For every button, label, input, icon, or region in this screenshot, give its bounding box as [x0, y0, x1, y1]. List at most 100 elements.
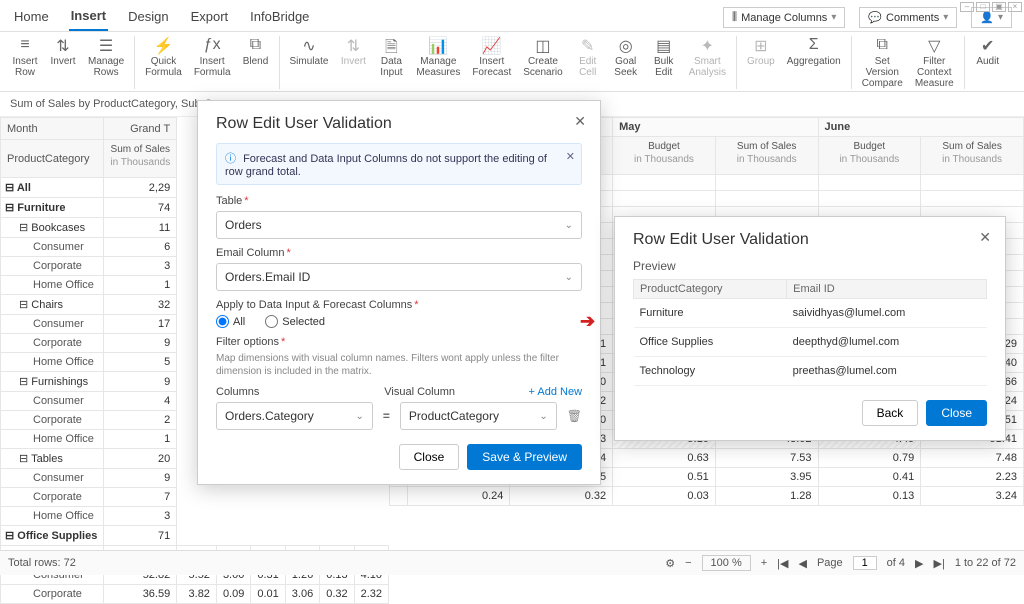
- data-input-icon: 🗎: [385, 36, 398, 54]
- preview-row: Furnituresaividhyas@lumel.com: [634, 299, 987, 328]
- zoom-out-button[interactable]: −: [685, 557, 691, 569]
- group-button[interactable]: ⊞Group: [741, 34, 781, 91]
- bulk-edit-icon: ▤: [656, 36, 671, 54]
- chevron-down-icon: ▾: [943, 12, 948, 23]
- email-column-select[interactable]: Orders.Email ID⌄: [216, 263, 582, 291]
- audit-button[interactable]: ✔Audit: [969, 34, 1007, 91]
- bolt-icon: ⚡: [154, 36, 174, 54]
- save-preview-button[interactable]: Save & Preview: [467, 444, 582, 470]
- month-may: May: [613, 118, 818, 137]
- aggregation-icon: Σ: [809, 36, 819, 54]
- blend-icon: ⧉: [250, 36, 261, 54]
- table-label: Table: [216, 195, 582, 207]
- chevron-down-icon: ▾: [831, 12, 836, 23]
- tab-infobridge[interactable]: InfoBridge: [248, 5, 311, 30]
- gear-icon[interactable]: ⚙: [665, 557, 675, 570]
- manage-columns-button[interactable]: ⫼Manage Columns▾: [723, 7, 845, 28]
- equals-icon: =: [383, 409, 390, 423]
- zoom-level[interactable]: 100 %: [702, 555, 751, 571]
- measures-icon: 📊: [428, 36, 448, 54]
- data-input-button[interactable]: 🗎Data Input: [372, 34, 410, 91]
- page-last-button[interactable]: ▶|: [934, 557, 945, 570]
- banner-close-icon[interactable]: ✕: [566, 150, 575, 163]
- grand-total-header: Grand T: [104, 118, 177, 140]
- add-new-link[interactable]: + Add New: [529, 386, 583, 398]
- table-select[interactable]: Orders⌄: [216, 211, 582, 239]
- chevron-down-icon: ⌄: [565, 220, 573, 231]
- invert2-button[interactable]: ⇅Invert: [334, 34, 372, 91]
- set-version-compare-button[interactable]: ⧉Set Version Compare: [856, 34, 909, 91]
- page-input[interactable]: [853, 556, 877, 570]
- main-tabs: Home Insert Design Export InfoBridge ⫼Ma…: [0, 0, 1024, 32]
- forecast-icon: 📈: [482, 36, 502, 54]
- quick-formula-button[interactable]: ⚡Quick Formula: [139, 34, 188, 91]
- tab-insert[interactable]: Insert: [69, 4, 108, 31]
- visual-column-label: Visual Column: [384, 386, 520, 398]
- insert-row-icon: ≡: [20, 36, 29, 54]
- chevron-down-icon: ⌄: [355, 411, 363, 422]
- win-min-icon[interactable]: –: [960, 2, 974, 12]
- table-row[interactable]: Home Office3: [1, 507, 389, 526]
- win-restore-icon[interactable]: ▣: [992, 2, 1006, 12]
- tab-design[interactable]: Design: [126, 5, 170, 30]
- visual-column-select[interactable]: ProductCategory⌄: [400, 402, 557, 430]
- table-row[interactable]: ⊟ Office Supplies71: [1, 526, 389, 546]
- invert-button[interactable]: ⇅Invert: [44, 34, 82, 91]
- month-header: Month: [1, 118, 104, 140]
- rows-icon: ☰: [99, 36, 113, 54]
- table-row[interactable]: Corporate36.593.820.090.013.060.322.32: [1, 585, 389, 604]
- table-row[interactable]: Corporate7: [1, 488, 389, 507]
- blend-button[interactable]: ⧉Blend: [237, 34, 275, 91]
- create-scenario-button[interactable]: ◫Create Scenario: [517, 34, 568, 91]
- preview-row: Office Suppliesdeepthyd@lumel.com: [634, 328, 987, 357]
- comments-button[interactable]: 💬Comments▾: [859, 7, 957, 28]
- columns-select[interactable]: Orders.Category⌄: [216, 402, 373, 430]
- smart-analysis-button[interactable]: ✦Smart Analysis: [683, 34, 732, 91]
- row-range-label: 1 to 22 of 72: [955, 557, 1016, 569]
- back-button[interactable]: Back: [862, 400, 919, 426]
- win-close-icon[interactable]: ×: [1008, 2, 1022, 12]
- month-june: June: [818, 118, 1023, 137]
- columns-icon: ⫼: [732, 11, 737, 24]
- analysis-icon: ✦: [701, 36, 714, 54]
- target-icon: ◎: [619, 36, 633, 54]
- preview-row: Technologypreethas@lumel.com: [634, 357, 987, 386]
- tab-export[interactable]: Export: [189, 5, 231, 30]
- tab-home[interactable]: Home: [12, 5, 51, 30]
- close-button[interactable]: Close: [399, 444, 460, 470]
- email-column-label: Email Column: [216, 247, 582, 259]
- close-button-primary[interactable]: Close: [926, 400, 987, 426]
- simulate-button[interactable]: ∿Simulate: [284, 34, 335, 91]
- info-icon: ⓘ: [225, 153, 236, 165]
- insert-row-button[interactable]: ≡Insert Row: [6, 34, 44, 91]
- page-prev-button[interactable]: ◀: [799, 557, 807, 570]
- page-next-button[interactable]: ▶: [915, 557, 923, 570]
- preview-title: Row Edit User Validation: [633, 231, 987, 249]
- bulk-edit-button[interactable]: ▤Bulk Edit: [645, 34, 683, 91]
- radio-selected[interactable]: Selected: [265, 315, 325, 328]
- comment-icon: 💬: [868, 11, 882, 24]
- win-max-icon[interactable]: □: [976, 2, 990, 12]
- goal-seek-button[interactable]: ◎Goal Seek: [607, 34, 645, 91]
- insert-forecast-button[interactable]: 📈Insert Forecast: [466, 34, 517, 91]
- manage-rows-button[interactable]: ☰Manage Rows: [82, 34, 130, 91]
- delete-icon[interactable]: 🗑: [567, 409, 582, 423]
- manage-measures-button[interactable]: 📊Manage Measures: [410, 34, 466, 91]
- page-first-button[interactable]: |◀: [777, 557, 788, 570]
- row-edit-user-validation-dialog: Row Edit User Validation ✕ ⓘ Forecast an…: [197, 100, 601, 485]
- preview-dialog: Row Edit User Validation ✕ Preview Produ…: [614, 216, 1006, 441]
- radio-all[interactable]: All: [216, 315, 245, 328]
- aggregation-button[interactable]: ΣAggregation: [781, 34, 847, 91]
- user-icon: 👤: [980, 11, 994, 24]
- preview-table: ProductCategoryEmail ID Furnituresaividh…: [633, 279, 987, 386]
- insert-formula-button[interactable]: ƒxInsert Formula: [188, 34, 237, 91]
- pointer-arrow-icon: ➔: [580, 311, 595, 332]
- fx-icon: ƒx: [204, 36, 221, 54]
- close-icon[interactable]: ✕: [979, 229, 991, 246]
- filter-context-button[interactable]: ▽Filter Context Measure: [909, 34, 960, 91]
- simulate-icon: ∿: [302, 36, 315, 54]
- zoom-in-button[interactable]: +: [761, 557, 767, 569]
- close-icon[interactable]: ✕: [574, 113, 586, 130]
- edit-cell-button[interactable]: ✎Edit Cell: [569, 34, 607, 91]
- table-row[interactable]: 0.240.320.031.280.133.24: [390, 487, 1024, 506]
